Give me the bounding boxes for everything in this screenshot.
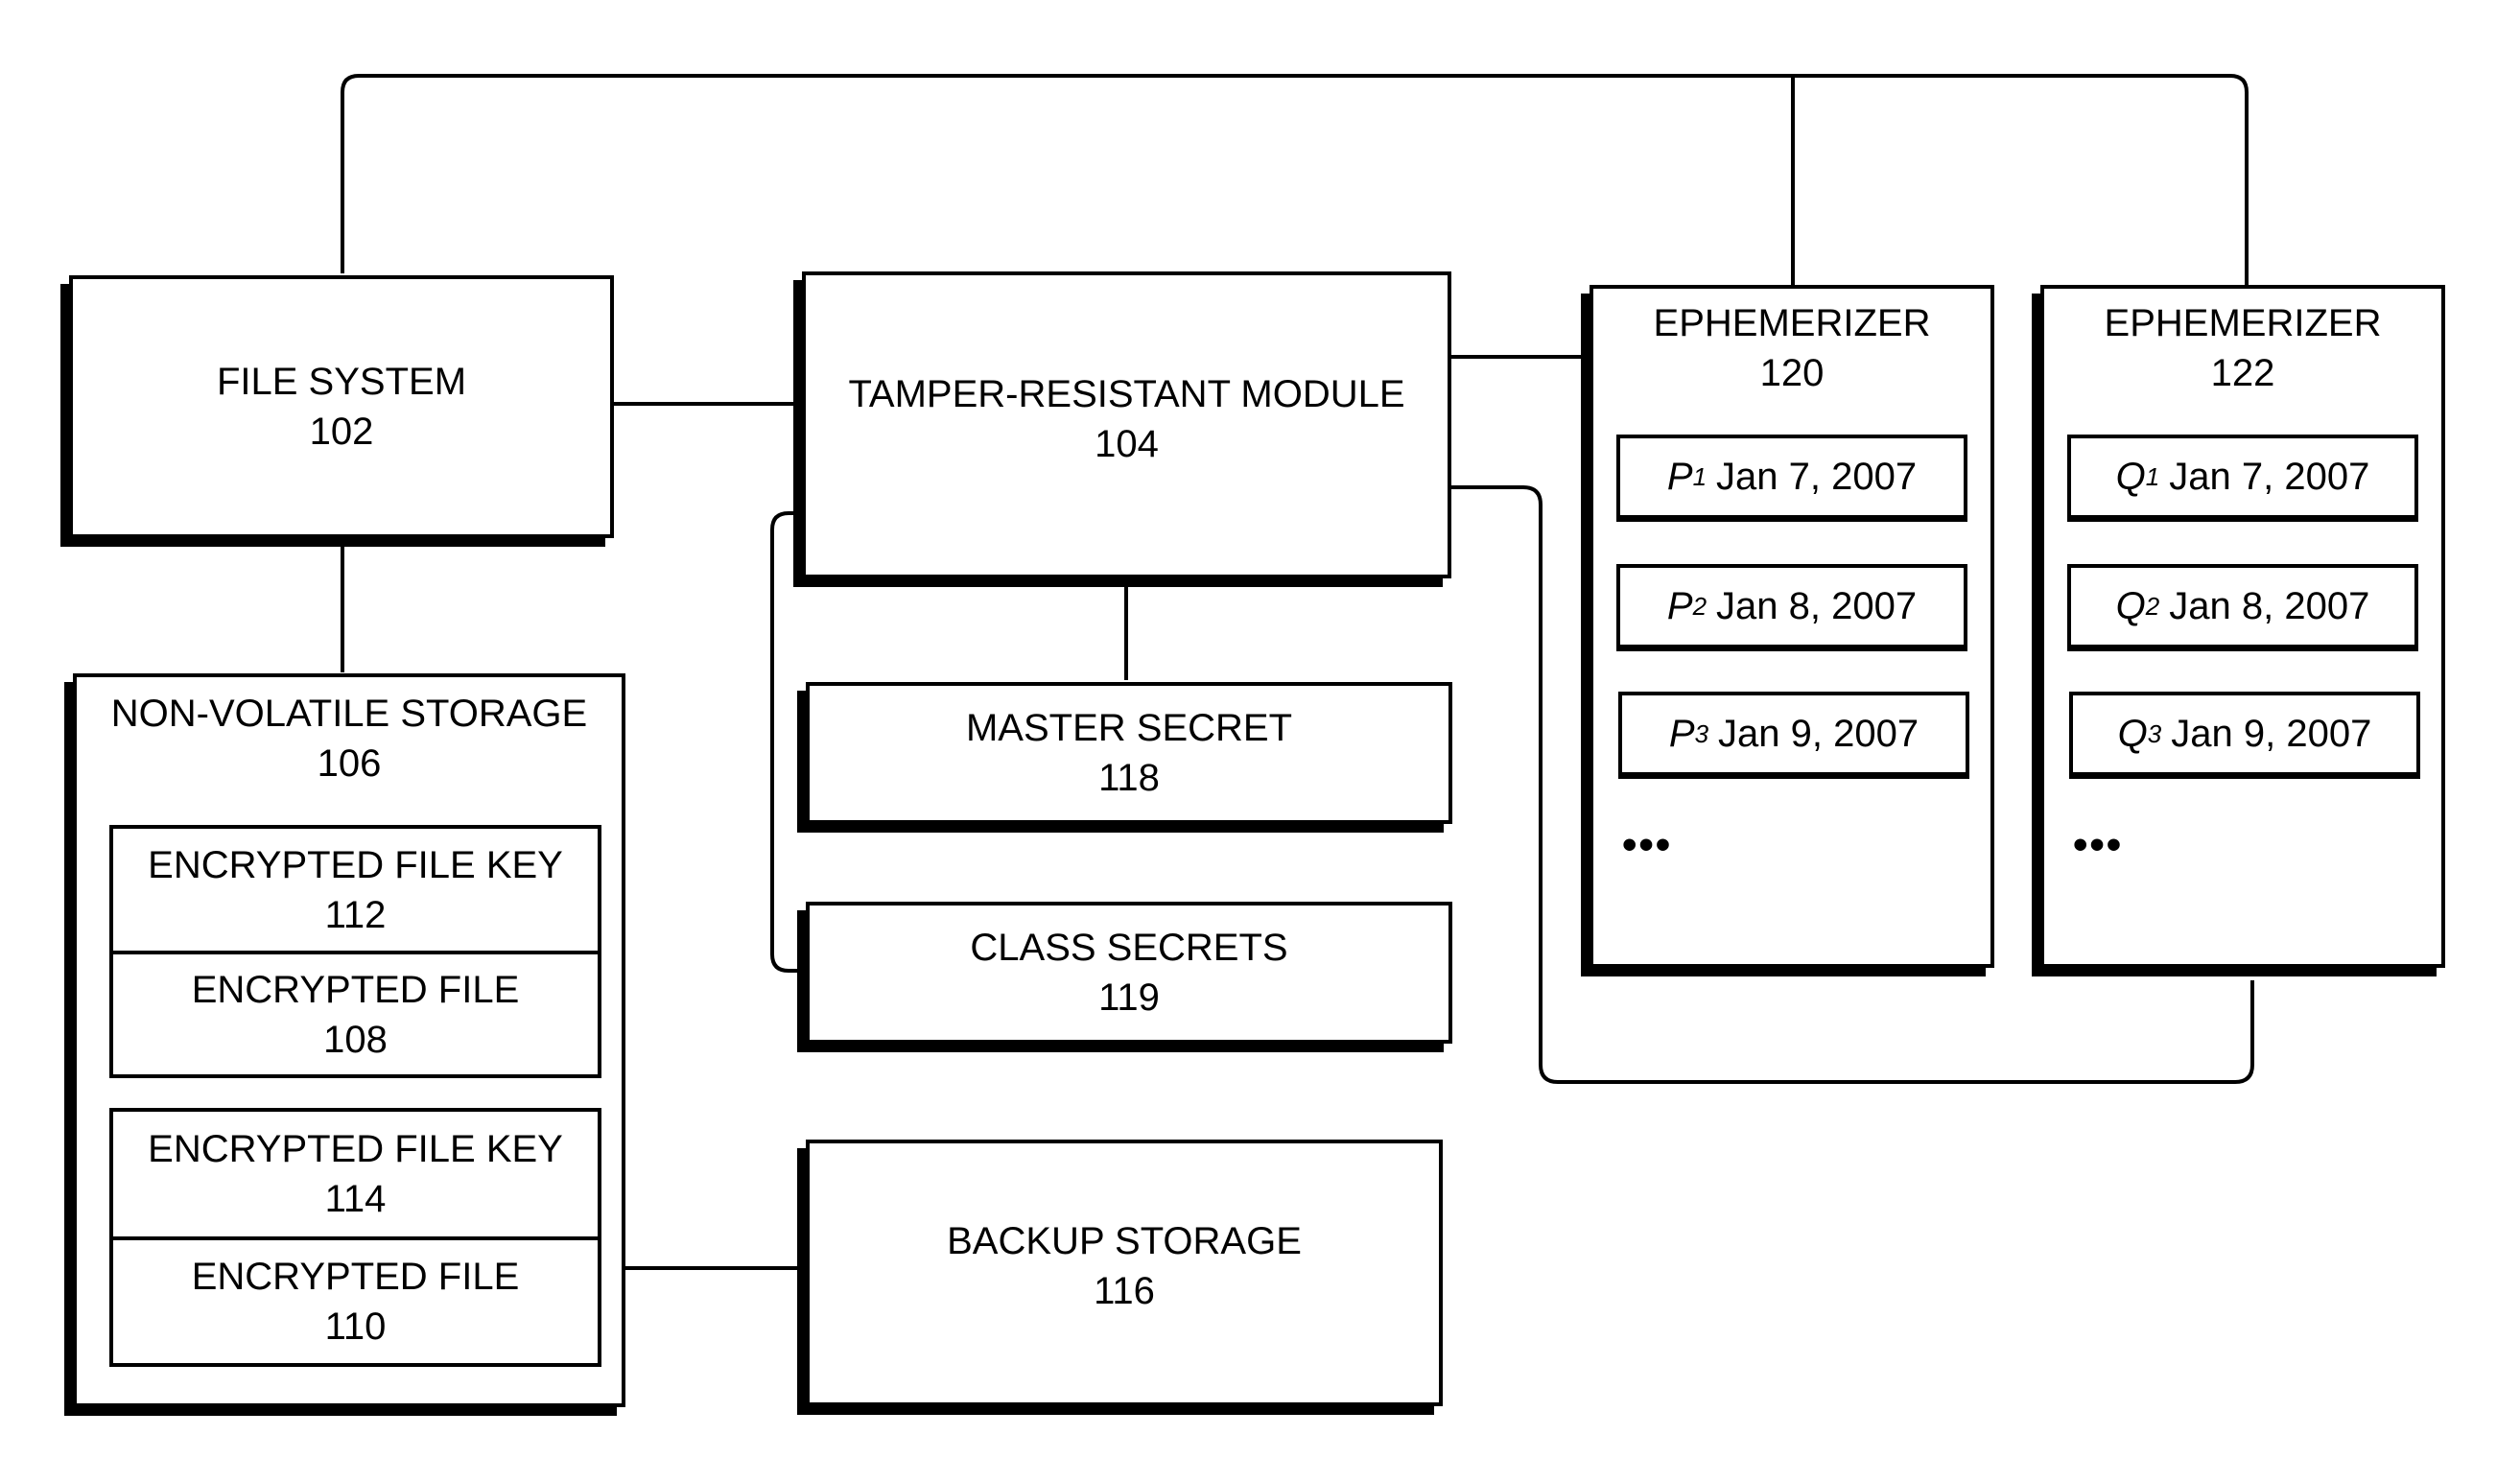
file-system-title: FILE SYSTEM bbox=[216, 361, 467, 403]
tamper-resistant-module-box: TAMPER-RESISTANT MODULE 104 bbox=[802, 271, 1451, 578]
ephemerizer-120-ref: 120 bbox=[1759, 352, 1825, 394]
key-index: 3 bbox=[1694, 718, 1709, 748]
master-secret-title: MASTER SECRET bbox=[965, 707, 1293, 749]
ephemerizer-122-entry: Q 3 Jan 9, 2007 bbox=[2069, 692, 2420, 776]
file-system-ref: 102 bbox=[309, 411, 374, 453]
key-name: P bbox=[1666, 584, 1693, 627]
master-secret-box: MASTER SECRET 118 bbox=[806, 682, 1452, 824]
ephemerizer-122-entry: Q 1 Jan 7, 2007 bbox=[2067, 435, 2418, 519]
encrypted-file-108-ref: 108 bbox=[323, 1018, 388, 1061]
nvs-title: NON-VOLATILE STORAGE bbox=[110, 693, 588, 735]
encrypted-file-110-title: ENCRYPTED FILE bbox=[191, 1256, 520, 1298]
file-system-box: FILE SYSTEM 102 bbox=[69, 275, 614, 538]
encrypted-file-108-title: ENCRYPTED FILE bbox=[191, 968, 520, 1011]
ellipsis: ••• bbox=[1622, 821, 1673, 868]
trm-ref: 104 bbox=[1095, 423, 1159, 465]
expiration-date: Jan 8, 2007 bbox=[2169, 584, 2370, 627]
ephemerizer-122-box: EPHEMERIZER 122 Q 1 Jan 7, 2007 Q 2 Jan 8, 2… bbox=[2040, 285, 2445, 968]
encrypted-file-key-112-title: ENCRYPTED FILE KEY bbox=[148, 843, 563, 886]
trm-title: TAMPER-RESISTANT MODULE bbox=[848, 373, 1405, 415]
ephemerizer-120-title: EPHEMERIZER bbox=[1653, 302, 1931, 344]
file-group-2: ENCRYPTED FILE KEY 114 ENCRYPTED FILE 11… bbox=[109, 1108, 601, 1367]
key-name: Q bbox=[2115, 584, 2146, 627]
encrypted-file-key-114-ref: 114 bbox=[324, 1178, 387, 1220]
key-name: P bbox=[1668, 712, 1695, 755]
backup-storage-ref: 116 bbox=[1094, 1270, 1155, 1312]
key-name: Q bbox=[2117, 712, 2148, 755]
key-name: P bbox=[1666, 455, 1693, 498]
ephemerizer-120-entry: P 2 Jan 8, 2007 bbox=[1616, 564, 1967, 648]
ephemerizer-120-box: EPHEMERIZER 120 P 1 Jan 7, 2007 P 2 Jan 8, 2… bbox=[1590, 285, 1994, 968]
backup-storage-title: BACKUP STORAGE bbox=[947, 1220, 1302, 1262]
non-volatile-storage-box: NON-VOLATILE STORAGE 106 ENCRYPTED FILE … bbox=[73, 673, 625, 1407]
encrypted-file-key-112: ENCRYPTED FILE KEY 112 bbox=[113, 829, 598, 954]
backup-storage-box: BACKUP STORAGE 116 bbox=[806, 1140, 1443, 1406]
diagram-canvas: FILE SYSTEM 102 TAMPER-RESISTANT MODULE … bbox=[0, 0, 2520, 1482]
key-index: 1 bbox=[1692, 461, 1707, 491]
key-index: 3 bbox=[2147, 718, 2162, 748]
ephemerizer-120-entry: P 3 Jan 9, 2007 bbox=[1618, 692, 1969, 776]
key-index: 2 bbox=[2145, 591, 2160, 621]
connector-filesystem-ephemerizers bbox=[341, 74, 2249, 286]
master-secret-ref: 118 bbox=[1098, 757, 1160, 799]
class-secrets-title: CLASS SECRETS bbox=[970, 927, 1288, 969]
ephemerizer-122-entry: Q 2 Jan 8, 2007 bbox=[2067, 564, 2418, 648]
connector-trm-class-secrets bbox=[770, 511, 804, 973]
encrypted-file-110: ENCRYPTED FILE 110 bbox=[113, 1240, 598, 1363]
encrypted-file-key-112-ref: 112 bbox=[324, 893, 387, 936]
expiration-date: Jan 8, 2007 bbox=[1716, 584, 1918, 627]
encrypted-file-key-114: ENCRYPTED FILE KEY 114 bbox=[113, 1112, 598, 1240]
expiration-date: Jan 9, 2007 bbox=[2171, 712, 2372, 755]
ephemerizer-122-title: EPHEMERIZER bbox=[2104, 302, 2382, 344]
ellipsis: ••• bbox=[2073, 821, 2124, 868]
encrypted-file-108: ENCRYPTED FILE 108 bbox=[113, 954, 598, 1074]
class-secrets-ref: 119 bbox=[1098, 976, 1160, 1019]
key-index: 1 bbox=[2145, 461, 2160, 491]
encrypted-file-110-ref: 110 bbox=[324, 1306, 387, 1348]
file-group-1: ENCRYPTED FILE KEY 112 ENCRYPTED FILE 10… bbox=[109, 825, 601, 1078]
expiration-date: Jan 7, 2007 bbox=[1716, 455, 1918, 498]
ephemerizer-122-ref: 122 bbox=[2210, 352, 2275, 394]
encrypted-file-key-114-title: ENCRYPTED FILE KEY bbox=[148, 1128, 563, 1170]
class-secrets-box: CLASS SECRETS 119 bbox=[806, 902, 1452, 1044]
key-index: 2 bbox=[1692, 591, 1707, 621]
expiration-date: Jan 7, 2007 bbox=[2169, 455, 2370, 498]
nvs-ref: 106 bbox=[317, 742, 382, 785]
ephemerizer-120-entry: P 1 Jan 7, 2007 bbox=[1616, 435, 1967, 519]
key-name: Q bbox=[2115, 455, 2146, 498]
expiration-date: Jan 9, 2007 bbox=[1718, 712, 1919, 755]
